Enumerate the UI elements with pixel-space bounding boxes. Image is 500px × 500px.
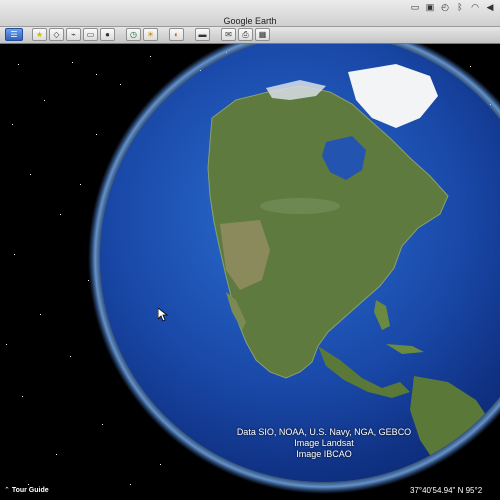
chevron-up-icon: ⌃ [4,487,10,494]
record-tour-button[interactable]: ● [100,28,115,41]
pointer-coordinates: 37°40'54.94" N 95°2 [410,486,483,495]
sun-icon: ☀ [146,30,155,39]
imagery-attribution: Data SIO, NOAA, U.S. Navy, NGA, GEBCO Im… [224,427,424,460]
earth-viewport[interactable]: Data SIO, NOAA, U.S. Navy, NGA, GEBCO Im… [0,44,500,500]
add-image-overlay-button[interactable]: ▭ [83,28,98,41]
placemark-icon: ★ [35,30,44,39]
add-placemark-button[interactable]: ★ [32,28,47,41]
attribution-line: Image IBCAO [296,449,352,459]
planet-icon: ◐ [174,30,179,39]
ruler-button[interactable]: ▬ [195,28,210,41]
polygon-icon: ◇ [53,30,60,39]
system-menu-icons: ▭ ▣ ◴ ᛒ ◠ ◀ [409,1,496,13]
volume-icon[interactable]: ◀ [484,2,496,13]
title-bar: ▭ ▣ ◴ ᛒ ◠ ◀ Google Earth [0,0,500,27]
wifi-icon[interactable]: ◠ [469,2,481,13]
path-icon: ⌁ [71,30,76,39]
historical-imagery-button[interactable]: ◷ [126,28,141,41]
envelope-icon: ✉ [225,30,232,39]
tour-guide-label: Tour Guide [11,487,49,494]
add-polygon-button[interactable]: ◇ [49,28,64,41]
window-title: Google Earth [223,16,277,26]
add-path-button[interactable]: ⌁ [66,28,81,41]
printer-icon: ⎙ [242,30,249,39]
view-in-google-maps-button[interactable]: ▦ [255,28,270,41]
print-button[interactable]: ⎙ [238,28,253,41]
record-icon: ● [105,30,110,39]
clock-icon: ◷ [130,30,137,39]
switch-to-sky-button[interactable]: ◐ [169,28,184,41]
email-button[interactable]: ✉ [221,28,236,41]
image-overlay-icon: ▭ [86,30,95,39]
sunlight-button[interactable]: ☀ [143,28,158,41]
sidebar-toggle-button[interactable]: ☰ [5,28,23,41]
toolbar: ☰ ★ ◇ ⌁ ▭ ● ◷ ☀ ◐ ▬ ✉ ⎙ ▦ [0,27,500,44]
display-icon[interactable]: ▣ [424,2,436,13]
screen-mirror-icon[interactable]: ▭ [409,2,421,13]
map-icon: ▦ [258,30,267,39]
attribution-line: Image Landsat [294,438,354,448]
attribution-line: Data SIO, NOAA, U.S. Navy, NGA, GEBCO [236,427,412,437]
ruler-icon: ▬ [198,30,207,39]
bluetooth-icon[interactable]: ᛒ [454,2,466,13]
cloud-cover [260,198,340,214]
mouse-cursor [157,307,169,327]
sidebar-icon: ☰ [10,30,18,39]
tour-guide-button[interactable]: ⌃ Tour Guide [4,486,49,495]
time-machine-icon[interactable]: ◴ [439,2,451,13]
